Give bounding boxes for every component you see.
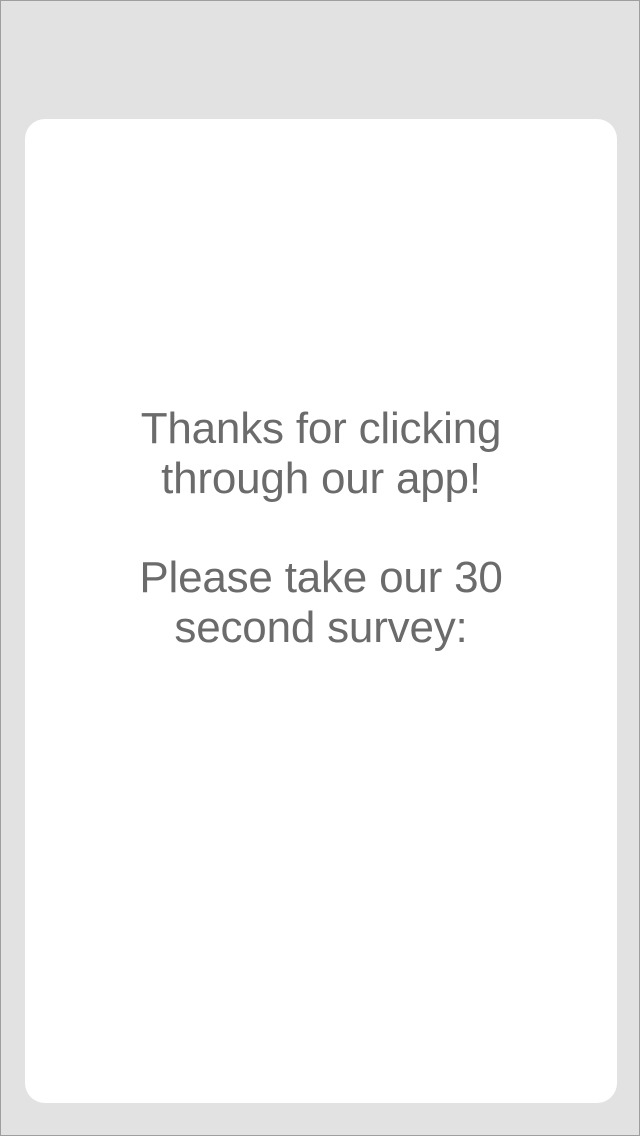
survey-line-1: Please take our 30 <box>139 553 503 602</box>
survey-card: Thanks for clicking through our app! Ple… <box>25 119 617 1103</box>
survey-prompt: Please take our 30 second survey: <box>25 553 617 653</box>
thanks-message: Thanks for clicking through our app! <box>25 404 617 504</box>
thanks-line-2: through our app! <box>161 454 481 503</box>
app-screen: Thanks for clicking through our app! Ple… <box>0 0 640 1136</box>
survey-line-2: second survey: <box>174 603 468 652</box>
thanks-line-1: Thanks for clicking <box>140 404 502 453</box>
